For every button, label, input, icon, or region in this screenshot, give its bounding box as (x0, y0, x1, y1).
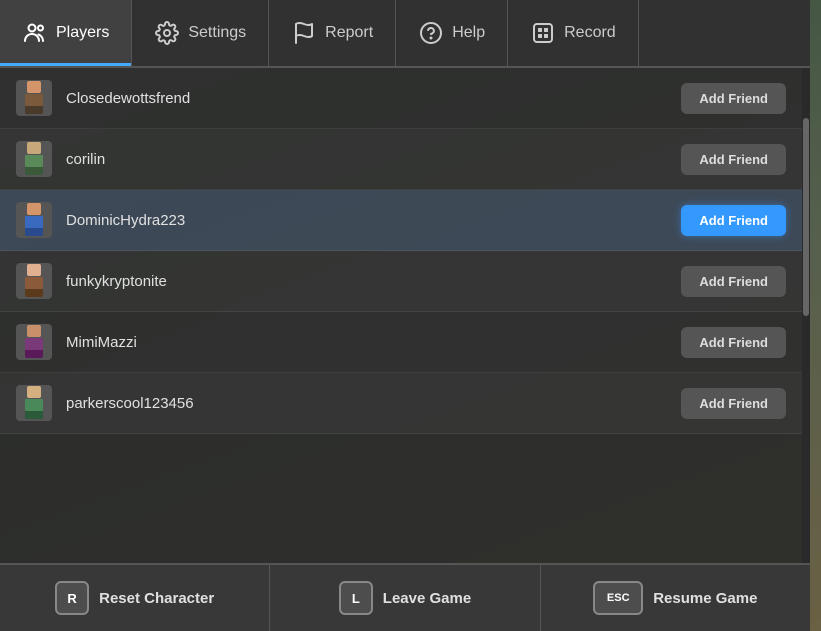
avatar-body (25, 338, 43, 350)
tab-report[interactable]: Report (269, 0, 396, 66)
leave-key-badge: L (339, 581, 373, 615)
avatar-legs (25, 350, 43, 358)
avatar-figure (20, 325, 48, 359)
avatar-figure (20, 203, 48, 237)
avatar-head (27, 81, 41, 93)
add-friend-button[interactable]: Add Friend (681, 205, 786, 236)
tab-bar: Players Settings Report (0, 0, 810, 68)
resume-key-badge: ESC (593, 581, 643, 615)
record-icon (530, 20, 556, 46)
avatar-head (27, 142, 41, 154)
player-avatar (16, 80, 52, 116)
gear-icon (154, 20, 180, 46)
player-row[interactable]: parkerscool123456 Add Friend (0, 373, 802, 434)
player-name: corilin (66, 151, 681, 168)
player-avatar (16, 324, 52, 360)
player-name: parkerscool123456 (66, 395, 681, 412)
add-friend-button[interactable]: Add Friend (681, 327, 786, 358)
tab-settings-label: Settings (188, 24, 246, 42)
avatar-figure (20, 81, 48, 115)
player-avatar (16, 141, 52, 177)
reset-character-button[interactable]: R Reset Character (0, 565, 270, 631)
avatar-legs (25, 167, 43, 175)
help-icon (418, 20, 444, 46)
player-name: MimiMazzi (66, 334, 681, 351)
users-icon (22, 20, 48, 46)
tab-report-label: Report (325, 24, 373, 42)
avatar-legs (25, 289, 43, 297)
player-avatar (16, 385, 52, 421)
avatar-figure (20, 142, 48, 176)
avatar-legs (25, 106, 43, 114)
add-friend-button[interactable]: Add Friend (681, 83, 786, 114)
tab-players-label: Players (56, 24, 109, 42)
reset-key-badge: R (55, 581, 89, 615)
avatar-figure (20, 386, 48, 420)
avatar-legs (25, 411, 43, 419)
avatar-legs (25, 228, 43, 236)
add-friend-button[interactable]: Add Friend (681, 144, 786, 175)
avatar-head (27, 203, 41, 215)
tab-players[interactable]: Players (0, 0, 132, 66)
player-avatar (16, 263, 52, 299)
player-name: funkykryptonite (66, 273, 681, 290)
avatar-body (25, 277, 43, 289)
player-row[interactable]: DominicHydra223 Add Friend (0, 190, 802, 251)
leave-game-label: Leave Game (383, 590, 471, 607)
avatar-body (25, 94, 43, 106)
resume-game-button[interactable]: ESC Resume Game (541, 565, 810, 631)
avatar-body (25, 216, 43, 228)
resume-game-label: Resume Game (653, 590, 757, 607)
tab-record[interactable]: Record (508, 0, 639, 66)
tab-settings[interactable]: Settings (132, 0, 269, 66)
player-row[interactable]: funkykryptonite Add Friend (0, 251, 802, 312)
scrollbar-thumb[interactable] (803, 118, 809, 316)
tab-help[interactable]: Help (396, 0, 508, 66)
add-friend-button[interactable]: Add Friend (681, 266, 786, 297)
scrollbar-track[interactable] (802, 68, 810, 563)
player-name: DominicHydra223 (66, 212, 681, 229)
player-row[interactable]: corilin Add Friend (0, 129, 802, 190)
avatar-body (25, 155, 43, 167)
players-list: Closedewottsfrend Add Friend corilin Add… (0, 68, 802, 563)
player-avatar (16, 202, 52, 238)
leave-game-button[interactable]: L Leave Game (270, 565, 540, 631)
avatar-head (27, 325, 41, 337)
tab-record-label: Record (564, 24, 616, 42)
player-row[interactable]: MimiMazzi Add Friend (0, 312, 802, 373)
avatar-figure (20, 264, 48, 298)
avatar-head (27, 386, 41, 398)
flag-icon (291, 20, 317, 46)
player-row[interactable]: Closedewottsfrend Add Friend (0, 68, 802, 129)
player-name: Closedewottsfrend (66, 90, 681, 107)
action-bar: R Reset Character L Leave Game ESC Resum… (0, 563, 810, 631)
reset-character-label: Reset Character (99, 590, 214, 607)
main-panel: Players Settings Report (0, 0, 810, 631)
avatar-body (25, 399, 43, 411)
add-friend-button[interactable]: Add Friend (681, 388, 786, 419)
tab-help-label: Help (452, 24, 485, 42)
avatar-head (27, 264, 41, 276)
